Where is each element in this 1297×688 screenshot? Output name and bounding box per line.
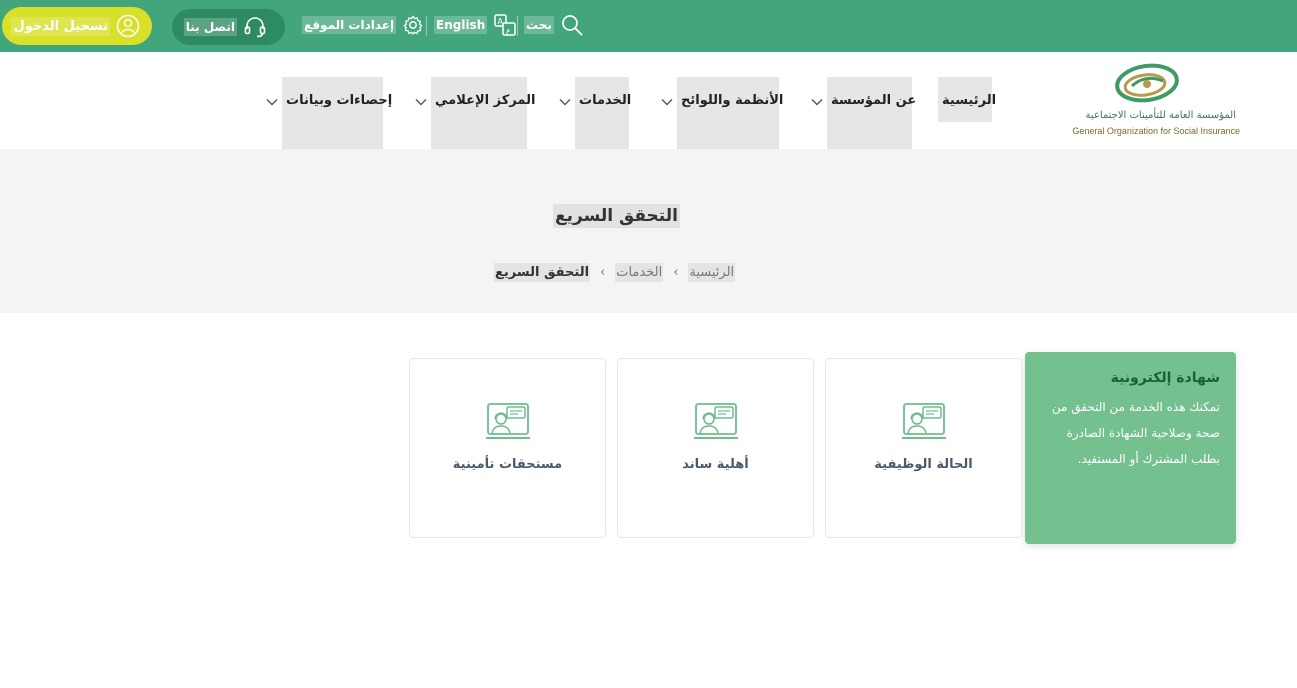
nav-item-media-center[interactable]: المركز الإعلامي (414, 77, 535, 149)
user-icon (116, 14, 140, 38)
logo-english-text: General Organization for Social Insuranc… (1072, 126, 1240, 136)
nav-label: عن المؤسسة (831, 93, 917, 108)
gear-icon (403, 15, 423, 35)
chevron-down-icon (415, 99, 427, 106)
main-navigation: المؤسسة العامة للتأمينات الاجتماعية Gene… (0, 52, 1297, 149)
nav-highlight (575, 77, 629, 149)
svg-text:ع: ع (506, 26, 511, 35)
nav-highlight (677, 77, 779, 149)
chevron-down-icon (266, 99, 278, 106)
nav-item-statistics[interactable]: إحصاءات وبيانات (265, 77, 392, 149)
site-settings-button[interactable]: إعدادات الموقع (302, 12, 424, 38)
feature-card-e-certificate[interactable]: شهادة إلكترونية تمكنك هذه الخدمة من التح… (1025, 352, 1236, 544)
service-card-title: أهلية ساند (682, 457, 749, 472)
top-bar: تسجيل الدخول اتصل بنا إعدادات الموقع Eng… (0, 0, 1297, 52)
online-support-icon (902, 403, 946, 439)
service-card-insurance-entitlements[interactable]: مستحقات تأمينية (409, 358, 606, 538)
page-header: التحقق السريع الرئيسية ‹ الخدمات ‹ التحق… (0, 149, 1297, 313)
language-label: English (434, 16, 488, 34)
login-label: تسجيل الدخول (11, 16, 110, 36)
chevron-down-icon (559, 99, 571, 106)
settings-label: إعدادات الموقع (302, 16, 397, 34)
nav-label: إحصاءات وبيانات (286, 93, 393, 108)
divider (517, 16, 518, 36)
nav-label: الخدمات (579, 93, 632, 108)
divider (426, 16, 427, 36)
breadcrumb-current: التحقق السريع (494, 263, 591, 282)
search-button[interactable]: بحث (524, 12, 584, 38)
service-card-title: الحالة الوظيفية (874, 457, 973, 472)
search-icon (562, 15, 583, 36)
headset-icon (244, 17, 266, 38)
contact-label: اتصل بنا (183, 18, 237, 36)
nav-label: الرئيسية (942, 93, 997, 108)
login-button[interactable]: تسجيل الدخول (2, 7, 152, 45)
nav-highlight (282, 77, 383, 149)
nav-item-regulations[interactable]: الأنظمة واللوائح (660, 77, 783, 149)
service-card-saned-eligibility[interactable]: أهلية ساند (617, 358, 814, 538)
feature-card-title: شهادة إلكترونية (1110, 370, 1220, 386)
chevron-left-icon: ‹ (600, 265, 606, 280)
svg-text:A: A (498, 17, 504, 26)
breadcrumb-home[interactable]: الرئيسية (688, 263, 736, 282)
nav-label: الأنظمة واللوائح (681, 93, 784, 108)
gosi-logo[interactable]: المؤسسة العامة للتأمينات الاجتماعية Gene… (1046, 62, 1246, 142)
feature-card-description: تمكنك هذه الخدمة من التحقق من صحة وصلاحي… (1051, 400, 1220, 466)
chevron-down-icon (811, 99, 823, 106)
chevron-left-icon: ‹ (673, 265, 679, 280)
gosi-logo-icon (1115, 63, 1179, 103)
translate-icon: A ع (494, 14, 516, 36)
page-title: التحقق السريع (553, 204, 680, 228)
search-label: بحث (524, 16, 554, 34)
logo-arabic-text: المؤسسة العامة للتأمينات الاجتماعية (1085, 110, 1236, 121)
nav-highlight (827, 77, 912, 149)
online-support-icon (486, 403, 530, 439)
chevron-down-icon (661, 99, 673, 106)
breadcrumb-services[interactable]: الخدمات (615, 263, 664, 282)
breadcrumb: الرئيسية ‹ الخدمات ‹ التحقق السريع (494, 263, 736, 282)
nav-item-services[interactable]: الخدمات (558, 77, 631, 149)
nav-item-about[interactable]: عن المؤسسة (810, 77, 916, 149)
online-support-icon (694, 403, 738, 439)
service-card-employment-status[interactable]: الحالة الوظيفية (825, 358, 1022, 538)
contact-us-button[interactable]: اتصل بنا (172, 9, 285, 45)
nav-label: المركز الإعلامي (435, 93, 536, 108)
service-card-title: مستحقات تأمينية (452, 457, 563, 472)
language-switch-button[interactable]: English A ع (434, 12, 517, 38)
nav-item-home[interactable]: الرئيسية (938, 77, 996, 149)
nav-highlight (431, 77, 527, 149)
